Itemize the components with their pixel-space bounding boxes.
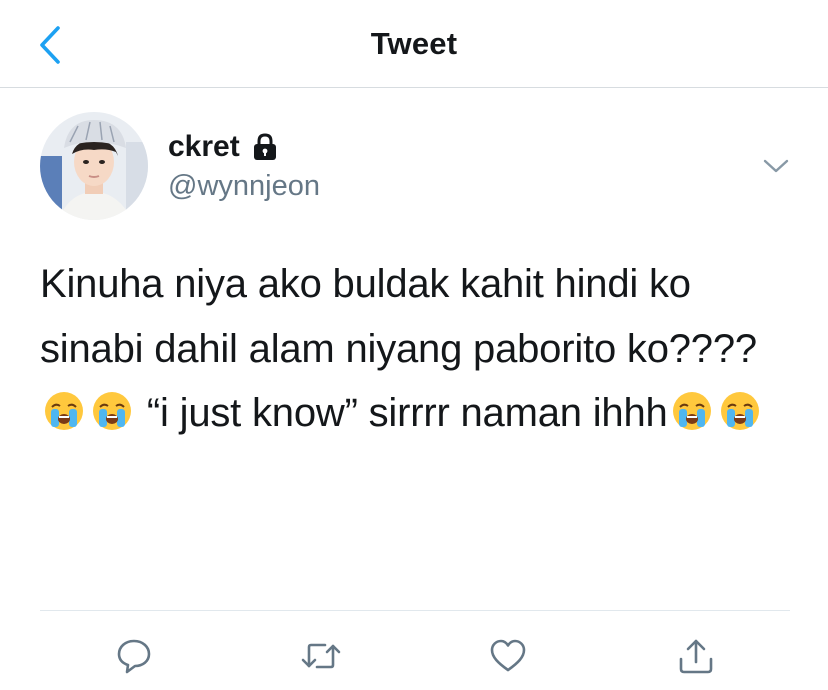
tweet-text-part-1: Kinuha niya ako buldak kahit hindi ko si… [40, 262, 757, 371]
user-handle: @wynnjeon [168, 170, 320, 202]
share-icon [679, 639, 713, 674]
retweet-icon [301, 643, 341, 669]
action-bar-divider [40, 610, 790, 611]
display-name: ckret [168, 130, 240, 163]
lock-icon [253, 133, 276, 160]
profile-photo [40, 112, 148, 220]
share-button[interactable] [668, 628, 724, 684]
loudly-crying-face-icon [91, 387, 133, 430]
tweet-text-part-2: “i just know” sirrrr naman ihhh [136, 391, 668, 435]
page-title: Tweet [370, 26, 458, 61]
reply-button[interactable] [106, 628, 162, 684]
avatar[interactable] [40, 112, 148, 220]
tweet-text: Kinuha niya ako buldak kahit hindi ko si… [40, 252, 800, 446]
chevron-down-icon [763, 159, 789, 173]
retweet-button[interactable] [293, 628, 349, 684]
loudly-crying-face-icon [719, 387, 761, 430]
tweet-detail-screen: Tweet ckret @wynnjeon Kinuha niya ako bu… [0, 0, 828, 690]
loudly-crying-face-icon [671, 387, 713, 430]
author-name-row[interactable]: ckret [168, 128, 280, 166]
like-button[interactable] [480, 628, 536, 684]
heart-icon [490, 639, 526, 672]
loudly-crying-face-icon [43, 387, 85, 430]
top-navigation-bar: Tweet [0, 0, 828, 88]
more-options-button[interactable] [760, 152, 792, 180]
reply-icon [117, 639, 151, 674]
